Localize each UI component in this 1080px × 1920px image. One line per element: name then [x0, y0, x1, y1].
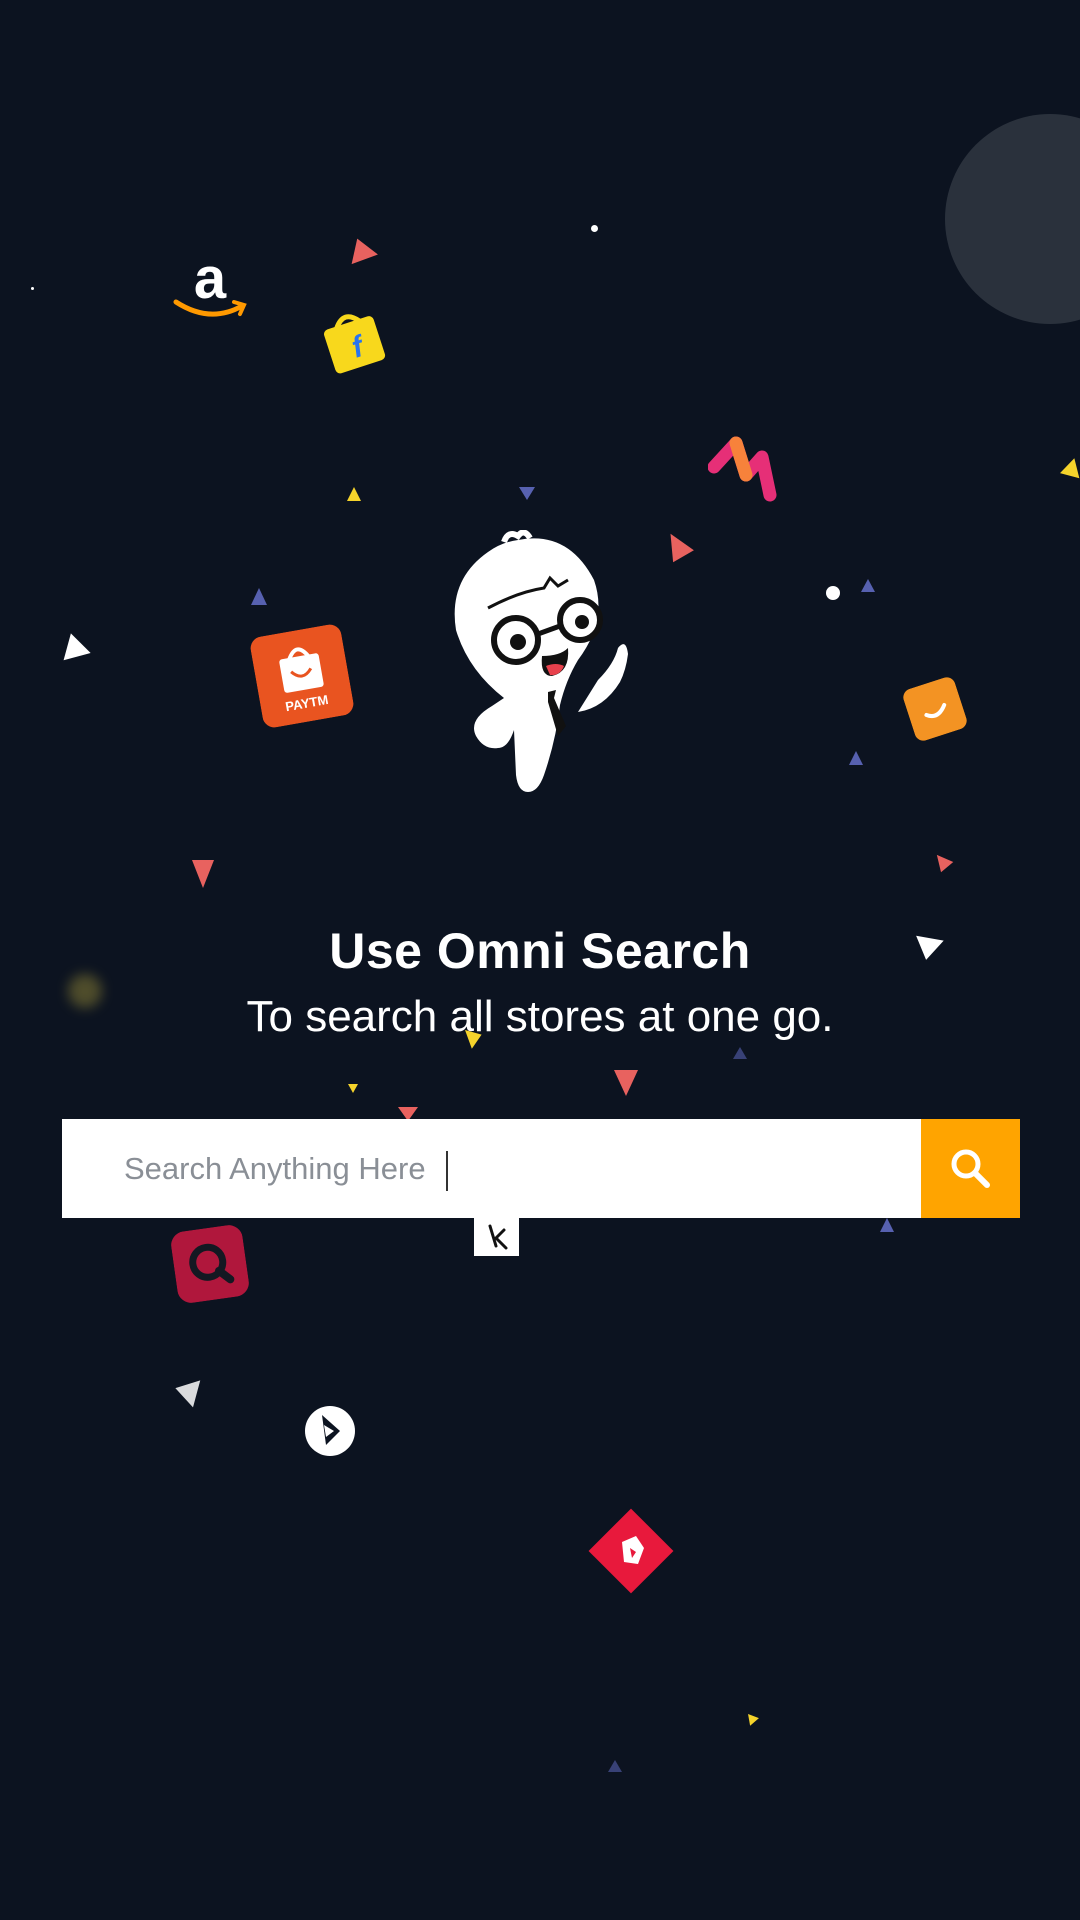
confetti-triangle	[660, 527, 694, 563]
confetti-triangle	[251, 588, 267, 605]
confetti-triangle	[614, 1070, 638, 1096]
confetti-dot	[826, 586, 840, 600]
mascot-character	[448, 529, 634, 795]
confetti-triangle	[930, 849, 954, 873]
myntra-logo	[707, 435, 782, 505]
orange-bag-logo	[901, 675, 969, 743]
search-bar	[62, 1119, 1020, 1218]
amazon-logo: a	[170, 246, 250, 325]
decorative-circle	[945, 114, 1080, 324]
confetti-triangle	[1060, 455, 1080, 479]
confetti-triangle	[880, 1218, 894, 1232]
search-button[interactable]	[921, 1119, 1020, 1218]
confetti-triangle	[733, 1047, 747, 1059]
confetti-triangle	[347, 487, 361, 501]
paytm-mall-logo: PAYTM	[249, 623, 356, 730]
confetti-triangle	[57, 629, 91, 661]
flipkart-logo: f	[313, 300, 394, 381]
confetti-triangle	[849, 751, 863, 765]
page-subtitle: To search all stores at one go.	[246, 992, 834, 1041]
page-title: Use Omni Search	[329, 923, 751, 979]
confetti-triangle	[348, 1084, 358, 1093]
magnifier-logo	[169, 1223, 250, 1304]
text-cursor	[446, 1151, 448, 1191]
confetti-triangle	[171, 1374, 201, 1408]
search-input[interactable]	[62, 1119, 921, 1218]
confetti-dot	[591, 225, 598, 232]
confetti-triangle	[192, 860, 214, 888]
confetti-triangle	[608, 1760, 622, 1772]
k-logo	[474, 1218, 519, 1256]
confetti-triangle	[344, 233, 378, 265]
svg-text:a: a	[194, 250, 227, 311]
arrow-circle-logo	[304, 1405, 356, 1457]
search-icon	[947, 1145, 995, 1193]
confetti-dot	[31, 287, 34, 290]
confetti-triangle	[519, 487, 535, 500]
confetti-triangle	[861, 579, 875, 592]
omni-search-screen: a f PAYTM Use Omni Search To search all …	[0, 0, 1080, 1920]
red-diamond-logo	[586, 1506, 676, 1596]
confetti-triangle	[748, 1712, 760, 1726]
